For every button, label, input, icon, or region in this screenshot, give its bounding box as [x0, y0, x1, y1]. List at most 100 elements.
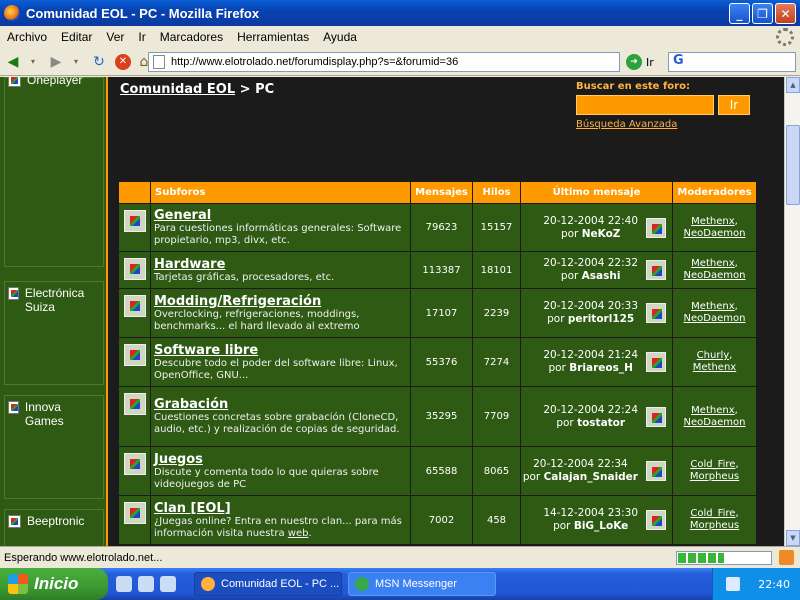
- taskbar-firefox-button[interactable]: Comunidad EOL - PC ...: [194, 572, 342, 596]
- sidebar-item-beeptronic[interactable]: Beeptronic: [8, 514, 84, 528]
- last-post-user[interactable]: Calajan_Snaider: [544, 471, 638, 483]
- stop-icon[interactable]: ✕: [115, 53, 131, 70]
- moderator-link[interactable]: Morpheus: [690, 471, 739, 482]
- taskbar-msn-button[interactable]: MSN Messenger: [348, 572, 496, 596]
- breadcrumb: Comunidad EOL > PC: [120, 82, 275, 97]
- last-post-user[interactable]: Briareos_H: [569, 362, 633, 374]
- moderator-link[interactable]: NeoDaemon: [684, 228, 746, 239]
- quicklaunch-firefox-icon[interactable]: [138, 576, 154, 592]
- clock: 22:40: [758, 577, 790, 591]
- go-to-last-post-icon[interactable]: [646, 510, 666, 530]
- windows-taskbar: Inicio Comunidad EOL - PC ... MSN Messen…: [0, 568, 800, 600]
- last-post-user[interactable]: tostator: [577, 417, 625, 429]
- forum-description: ¿Juegas online? Entra en nuestro clan...…: [154, 515, 402, 539]
- moderator-link[interactable]: Methenx: [691, 301, 734, 312]
- moderator-link[interactable]: Methenx: [691, 216, 734, 227]
- last-post-date: 20-12-2004 22:24: [543, 403, 638, 416]
- forum-search: Buscar en este foro: Ir Búsqueda Avanzad…: [576, 81, 750, 130]
- moderator-link[interactable]: Methenx: [691, 258, 734, 269]
- go-to-last-post-icon[interactable]: [646, 352, 666, 372]
- forward-icon[interactable]: ▶: [46, 52, 66, 72]
- forum-link[interactable]: Hardware: [154, 257, 407, 272]
- menu-herramientas[interactable]: Herramientas: [230, 30, 316, 44]
- web-search-input[interactable]: G: [668, 52, 796, 72]
- sidebar-item-innova-games[interactable]: Innova Games: [8, 400, 88, 428]
- moderator-link[interactable]: Cold_Fire: [690, 459, 735, 470]
- sponsor-icon: [8, 515, 21, 528]
- forum-search-input[interactable]: [576, 95, 714, 115]
- go-to-last-post-icon[interactable]: [646, 406, 666, 427]
- forum-link[interactable]: Clan [EOL]: [154, 501, 407, 516]
- reload-icon[interactable]: ↻: [89, 52, 109, 72]
- message-count: 55376: [410, 337, 473, 387]
- scroll-up-icon[interactable]: ▲: [786, 77, 800, 93]
- header-hilos: Hilos: [472, 181, 521, 204]
- forum-link[interactable]: Grabación: [154, 397, 407, 412]
- scroll-down-icon[interactable]: ▼: [786, 530, 800, 546]
- menu-ir[interactable]: Ir: [131, 30, 152, 44]
- moderator-link[interactable]: Morpheus: [690, 520, 739, 531]
- subforums-table: Subforos Mensajes Hilos Último mensaje M…: [118, 181, 757, 545]
- status-text: Esperando www.elotrolado.net...: [4, 551, 163, 564]
- sidebar-item-oneplayer[interactable]: Oneplayer: [8, 77, 82, 87]
- moderator-link[interactable]: Churly: [697, 350, 729, 361]
- clan-web-link[interactable]: web: [288, 528, 309, 539]
- menu-marcadores[interactable]: Marcadores: [153, 30, 230, 44]
- moderator-link[interactable]: NeoDaemon: [684, 270, 746, 281]
- last-post-date: 20-12-2004 21:24: [543, 349, 638, 361]
- vertical-scrollbar[interactable]: ▲ ▼: [784, 77, 800, 546]
- menu-ver[interactable]: Ver: [99, 30, 131, 44]
- forum-description: Para cuestiones informáticas generales: …: [154, 223, 402, 246]
- forum-link[interactable]: General: [154, 208, 407, 223]
- restore-button[interactable]: ❐: [752, 3, 773, 24]
- go-to-last-post-icon[interactable]: [646, 303, 666, 323]
- system-tray: 22:40: [712, 568, 800, 600]
- forum-link[interactable]: Juegos: [154, 452, 407, 467]
- forum-status-icon: [123, 210, 146, 232]
- menu-editar[interactable]: Editar: [54, 30, 99, 44]
- close-button[interactable]: ✕: [775, 3, 796, 24]
- forum-status-icon: [123, 295, 146, 317]
- scrollbar-thumb[interactable]: [786, 125, 800, 205]
- last-post-date: 14-12-2004 23:30: [543, 507, 638, 519]
- go-button[interactable]: ➜ Ir: [626, 54, 654, 70]
- last-post-date: 20-12-2004 20:33: [543, 300, 638, 312]
- moderator-link[interactable]: NeoDaemon: [684, 417, 746, 428]
- start-button[interactable]: Inicio: [0, 568, 108, 600]
- thread-count: 7709: [472, 386, 521, 447]
- go-to-last-post-icon[interactable]: [646, 260, 666, 280]
- firefox-icon: [201, 577, 215, 591]
- forward-dropdown-icon[interactable]: ▾: [66, 52, 86, 72]
- last-post-user[interactable]: BiG_LoKe: [574, 520, 628, 532]
- moderator-link[interactable]: Cold_Fire: [690, 508, 735, 519]
- last-post-user[interactable]: peritorl125: [568, 313, 634, 325]
- forum-description: Descubre todo el poder del software libr…: [154, 357, 398, 381]
- forum-link[interactable]: Modding/Refrigeración: [154, 294, 407, 309]
- network-icon[interactable]: [726, 577, 741, 591]
- menu-archivo[interactable]: Archivo: [0, 30, 54, 44]
- last-post-user[interactable]: NeKoZ: [582, 228, 621, 240]
- header-subforos: Subforos: [150, 181, 411, 204]
- minimize-button[interactable]: _: [729, 3, 750, 24]
- back-dropdown-icon[interactable]: ▾: [23, 52, 43, 72]
- last-post-user[interactable]: Asashi: [582, 270, 621, 282]
- moderator-link[interactable]: Methenx: [693, 362, 736, 373]
- menu-ayuda[interactable]: Ayuda: [316, 30, 364, 44]
- back-icon[interactable]: ◀: [3, 52, 23, 72]
- message-count: 65588: [410, 446, 473, 496]
- moderator-link[interactable]: NeoDaemon: [684, 313, 746, 324]
- breadcrumb-root-link[interactable]: Comunidad EOL: [120, 82, 235, 97]
- go-to-last-post-icon[interactable]: [646, 217, 666, 238]
- moderator-link[interactable]: Methenx: [691, 405, 734, 416]
- go-to-last-post-icon[interactable]: [646, 461, 666, 481]
- rss-feed-icon[interactable]: [779, 550, 794, 565]
- quicklaunch-media-icon[interactable]: [160, 576, 176, 592]
- advanced-search-link[interactable]: Búsqueda Avanzada: [576, 119, 677, 130]
- sidebar-item-electronica-suiza[interactable]: Electrónica Suiza: [8, 286, 100, 314]
- quicklaunch-ie-icon[interactable]: [116, 576, 132, 592]
- forum-link[interactable]: Software libre: [154, 343, 407, 358]
- forum-status-icon: [123, 453, 146, 475]
- msn-messenger-icon: [355, 577, 369, 591]
- forum-search-button[interactable]: Ir: [718, 95, 750, 115]
- url-input[interactable]: http://www.elotrolado.net/forumdisplay.p…: [148, 52, 620, 72]
